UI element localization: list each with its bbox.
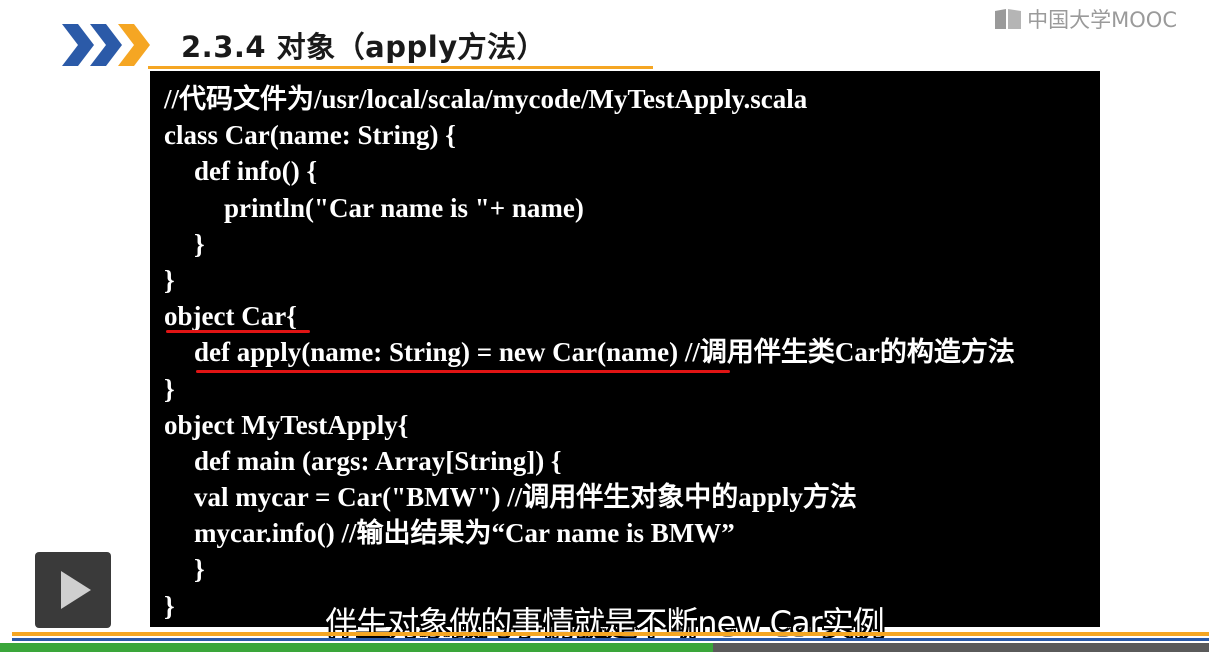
video-player: 2.3.4 对象（apply方法） 中国大学MOOC //代码文件为/usr/l… <box>0 0 1209 652</box>
chevron-right-icon <box>62 24 150 66</box>
mooc-logo: 中国大学MOOC <box>993 4 1177 34</box>
slide-title: 2.3.4 对象（apply方法） <box>181 30 547 64</box>
code-line: def info() { <box>194 156 318 187</box>
code-line: println("Car name is "+ name) <box>224 192 584 223</box>
progress-bar[interactable] <box>0 643 1209 652</box>
logo-text: 中国大学MOOC <box>1027 8 1177 32</box>
footer-stripe-orange <box>12 632 1209 636</box>
footer-stripe-blue <box>12 638 1209 641</box>
code-block: //代码文件为/usr/local/scala/mycode/MyTestApp… <box>164 81 1015 624</box>
code-line: } <box>194 554 205 585</box>
code-line: object Car{ <box>164 301 297 332</box>
code-line: //代码文件为/usr/local/scala/mycode/MyTestApp… <box>164 84 808 114</box>
book-icon <box>995 9 1022 29</box>
highlight-underline-object-car <box>166 330 310 333</box>
code-line: } <box>164 373 175 404</box>
code-panel: //代码文件为/usr/local/scala/mycode/MyTestApp… <box>150 71 1100 627</box>
code-line: mycar.info() //输出结果为“Car name is BMW” <box>194 518 735 549</box>
highlight-underline-apply <box>196 370 730 373</box>
progress-fill <box>0 643 714 652</box>
code-line: def apply(name: String) = new Car(name) … <box>194 337 1015 368</box>
code-line: } <box>164 264 175 295</box>
code-line: val mycar = Car("BMW") //调用伴生对象中的apply方法 <box>194 482 857 513</box>
code-line: } <box>194 228 205 259</box>
code-line: object MyTestApply{ <box>164 409 409 440</box>
code-line: def main (args: Array[String]) { <box>194 445 562 476</box>
title-underline <box>148 66 653 69</box>
code-line: class Car(name: String) { <box>164 120 456 151</box>
